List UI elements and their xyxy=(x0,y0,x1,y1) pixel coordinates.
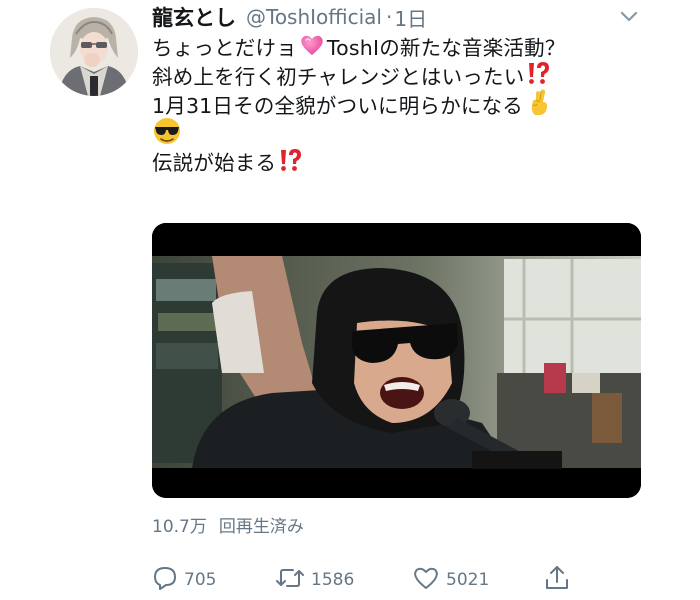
reply-icon xyxy=(152,565,178,596)
tweet-text-line-2: 斜め上を行く初チャレンジとはいったい xyxy=(152,62,672,92)
retweet-button[interactable]: 1586 xyxy=(275,565,354,595)
tweet-text-segment: ToshIの新たな音楽活動？ xyxy=(326,36,566,60)
tweet-text-line-5: 伝説が始まる xyxy=(152,147,672,181)
video-frame xyxy=(152,223,641,498)
chevron-down-icon[interactable] xyxy=(616,6,642,28)
view-count-number: 10.7万 xyxy=(152,517,207,537)
tweet-text-segment: 斜め上を行く初チャレンジとはいったい xyxy=(152,64,525,89)
view-count: 10.7万 回再生済み xyxy=(152,512,304,537)
tweet-text-line-3: 1月31日その全貌がついに明らかになる xyxy=(152,89,672,121)
share-button[interactable] xyxy=(544,565,570,595)
view-count-label: 回再生済み xyxy=(218,517,304,537)
reply-count: 705 xyxy=(184,570,217,590)
tweet-text: ちょっとだけョ ToshIの新たな音楽活動？ 斜め上を行く初チャレンジとはいった… xyxy=(152,34,672,178)
tweet-text-segment: 伝説が始まる xyxy=(152,151,277,176)
tweet-text-segment: 1月31日その全貌がついに明らかになる xyxy=(152,93,523,118)
tweet-text-line-4 xyxy=(152,117,672,149)
crossed-fingers-emoji-icon xyxy=(527,88,551,124)
retweet-count: 1586 xyxy=(311,570,355,590)
tweet-text-line-1: ちょっとだけョ ToshIの新たな音楽活動？ xyxy=(152,34,672,63)
tweet[interactable]: 龍玄とし @ToshIofficial · 1日 ちょっとだけョ ToshIの新… xyxy=(0,0,700,600)
reply-button[interactable]: 705 xyxy=(152,565,216,595)
heart-emoji-icon xyxy=(299,33,325,65)
like-icon xyxy=(412,565,440,596)
like-button[interactable]: 5021 xyxy=(412,565,489,595)
like-count: 5021 xyxy=(446,570,490,590)
avatar[interactable] xyxy=(50,8,138,96)
tweet-time[interactable]: 1日 xyxy=(394,3,427,32)
tweet-text-segment: ちょっとだけョ xyxy=(152,36,297,60)
separator-dot: · xyxy=(386,5,393,29)
retweet-icon xyxy=(275,565,305,596)
action-bar: 705 1586 5021 xyxy=(152,565,582,595)
sunglasses-emoji-icon xyxy=(152,117,182,153)
tweet-header: 龍玄とし @ToshIofficial · 1日 xyxy=(152,2,427,32)
video-player[interactable] xyxy=(152,223,641,498)
display-name[interactable]: 龍玄とし xyxy=(152,2,236,32)
avatar-image xyxy=(50,8,138,96)
share-icon xyxy=(544,564,570,597)
exclamation-question-icon xyxy=(278,147,302,181)
user-handle[interactable]: @ToshIofficial xyxy=(246,5,382,29)
